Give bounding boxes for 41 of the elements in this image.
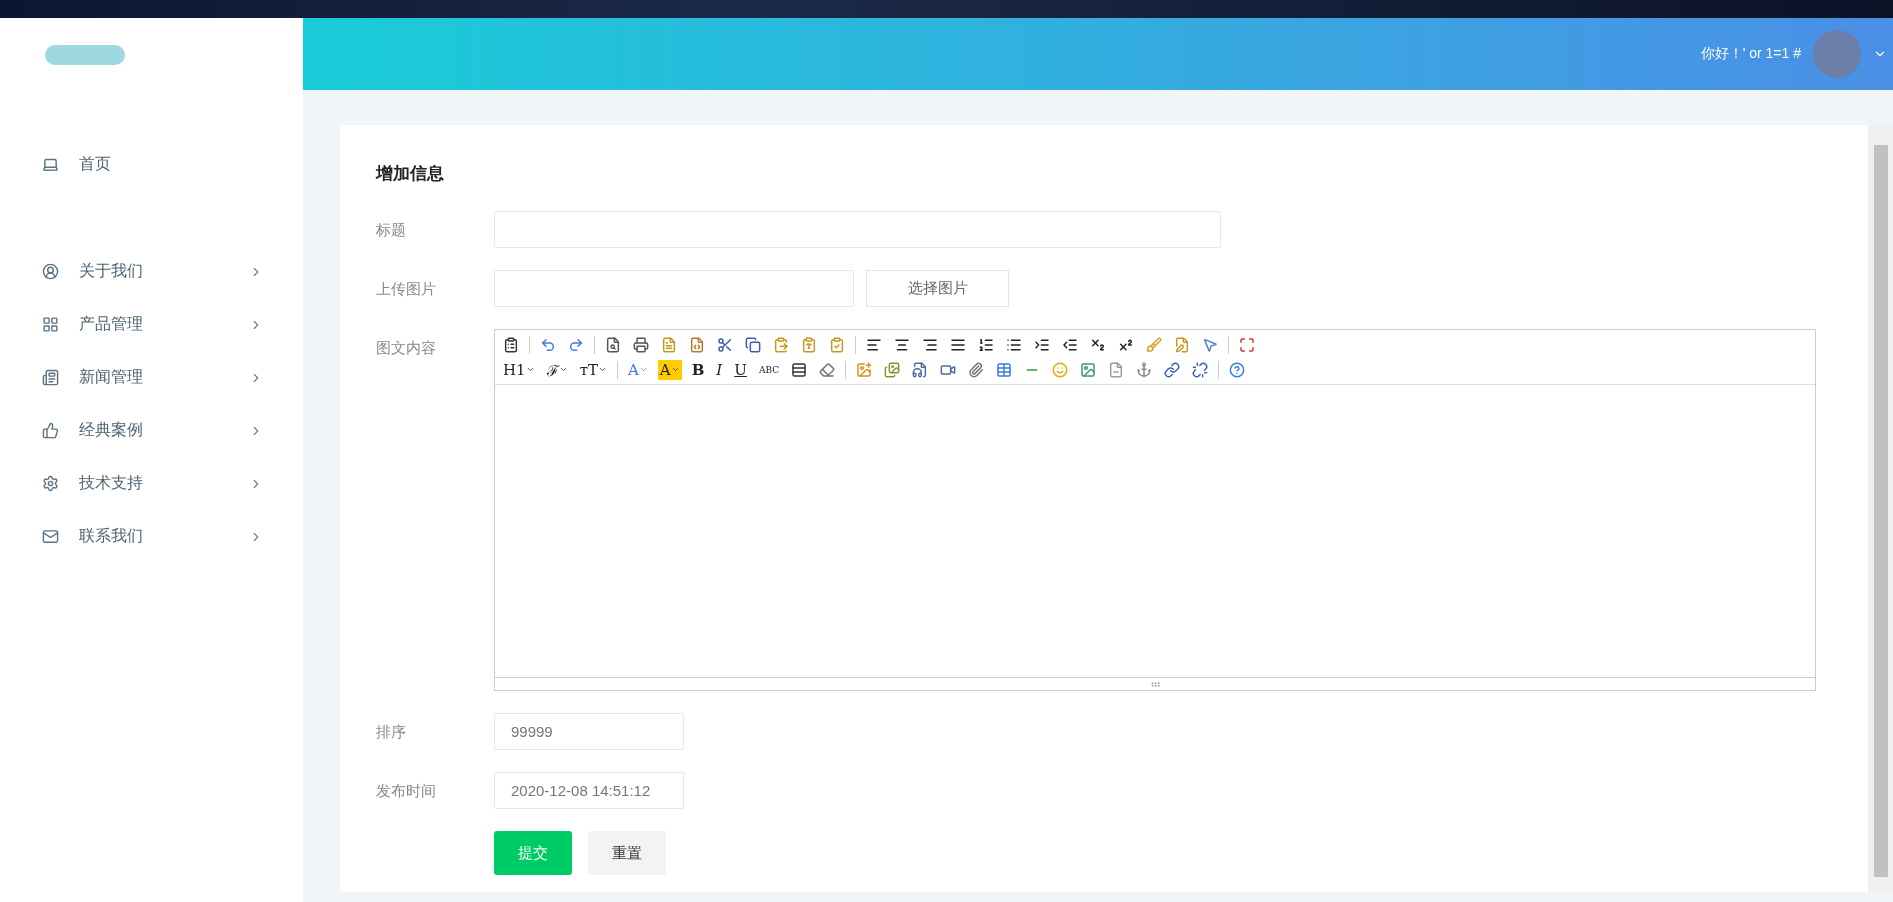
envelope-icon (42, 528, 59, 545)
sidebar-item[interactable]: 首页 (0, 138, 303, 191)
greeting-text: 你好！' or 1=1 # (1700, 45, 1801, 63)
toolbar-dropdown[interactable]: ᴛT (577, 359, 609, 380)
caret-icon (638, 365, 648, 374)
field-label: 排序 (376, 722, 407, 742)
caret-icon (525, 365, 535, 374)
toolbar-dropdown[interactable]: A (625, 359, 650, 380)
sidebar-item[interactable]: 关于我们 (0, 245, 303, 298)
sidebar-item[interactable]: 产品管理 (0, 298, 303, 351)
sidebar-item[interactable]: 技术支持 (0, 457, 303, 510)
sidebar-item[interactable]: 经典案例 (0, 404, 303, 457)
toolbar-dropdown[interactable]: H1 (501, 359, 537, 380)
format-button[interactable]: B (689, 359, 707, 380)
input-field[interactable]: 2020-12-08 14:51:12 (494, 772, 684, 809)
field-label: 上传图片 (376, 279, 437, 299)
link-icon[interactable] (1162, 359, 1183, 380)
format-button[interactable]: ABC (756, 359, 782, 380)
form-title: 增加信息 (376, 163, 445, 185)
caret-icon (597, 365, 607, 374)
scrollbar[interactable] (1868, 125, 1893, 892)
laptop-icon (42, 156, 59, 173)
sidebar-item[interactable]: 联系我们 (0, 510, 303, 563)
caret-icon (558, 365, 568, 374)
user-circle-icon (42, 263, 59, 280)
sidebar-item[interactable]: 新闻管理 (0, 351, 303, 404)
toolbar-dropdown[interactable]: A (657, 359, 682, 380)
field-label: 图文内容 (376, 338, 437, 358)
caret-icon (670, 365, 680, 374)
field-label: 发布时间 (376, 781, 437, 801)
thumbs-up-icon (42, 422, 59, 439)
toolbar-dropdown[interactable]: ℱ (544, 359, 570, 380)
input-field[interactable]: 99999 (494, 713, 684, 750)
choose-image-button[interactable]: 选择图片 (866, 270, 1009, 307)
rich-text-editor[interactable]: H1 ℱ ᴛT A A B I U ABC (494, 329, 1816, 691)
grid-icon (42, 316, 59, 333)
format-button[interactable]: I (714, 359, 725, 380)
unlink-icon[interactable] (1190, 359, 1211, 380)
format-button[interactable]: U (732, 359, 749, 380)
reset-button[interactable]: 重置 (588, 831, 666, 875)
field-label: 标题 (376, 220, 407, 240)
